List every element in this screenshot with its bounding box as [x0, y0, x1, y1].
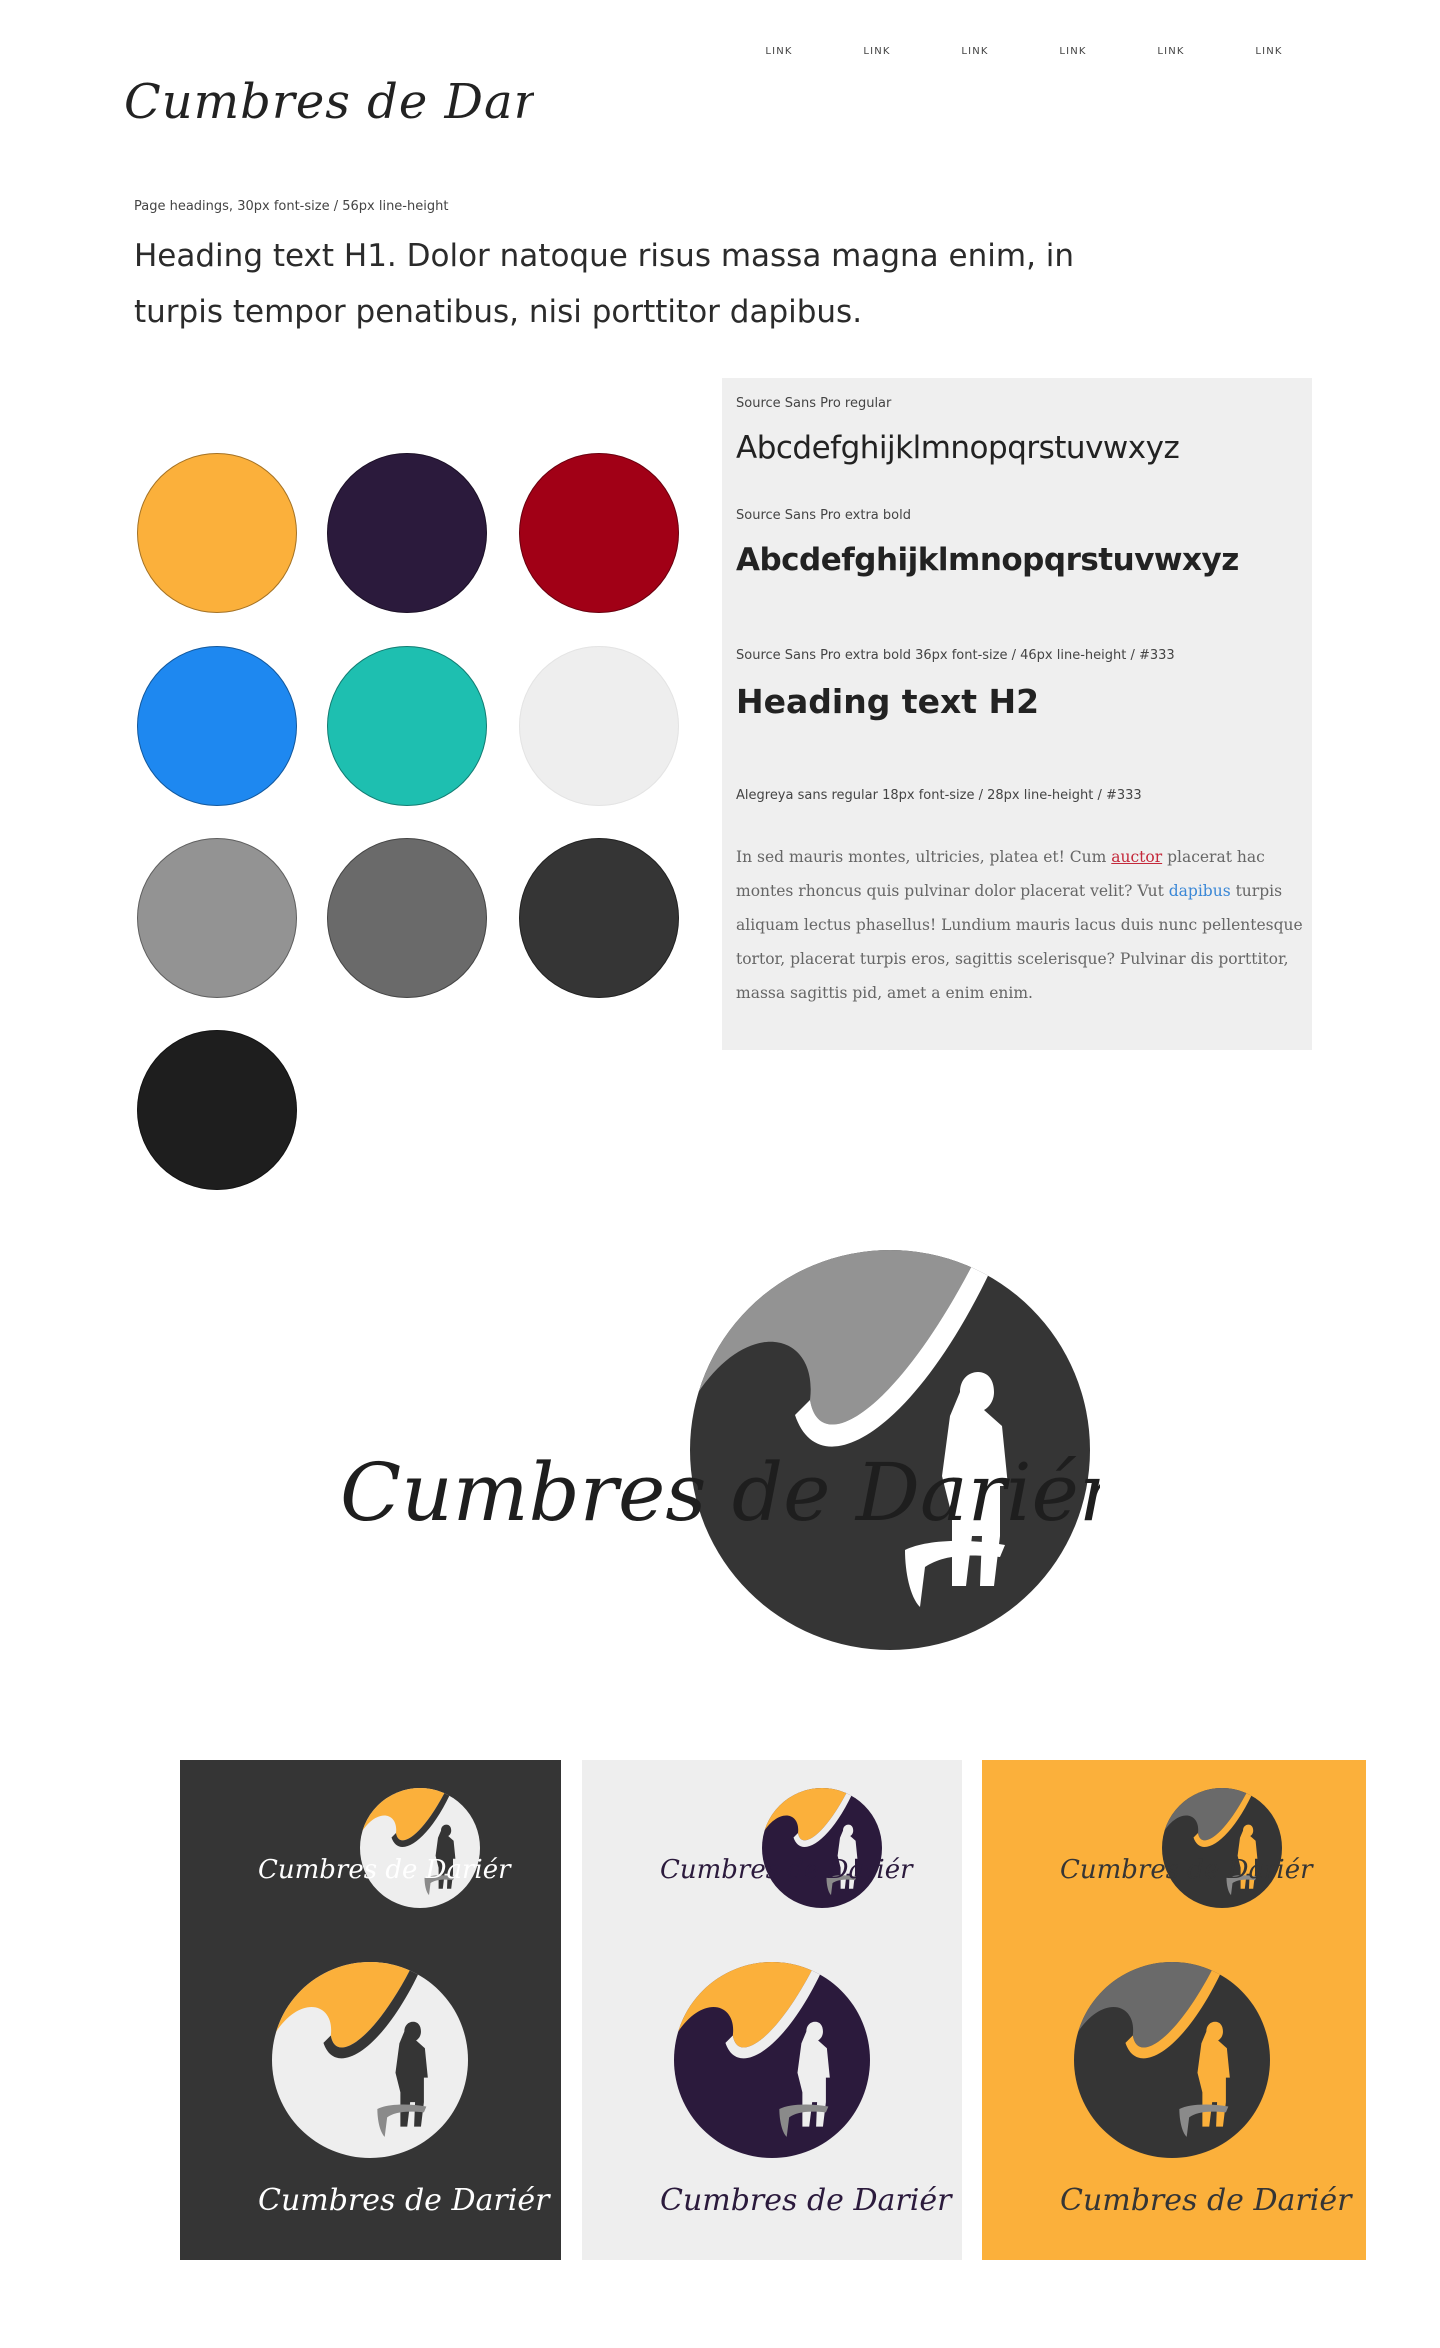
bold-font-sample: Abcdefghijklmnopqrstuvwxyz — [736, 542, 1239, 578]
swatch-dark-purple — [327, 453, 487, 613]
logo-variant-dark: Cumbres de Dariér Cumbres de Dariér — [180, 1760, 561, 2260]
typography-panel: Source Sans Pro regular Abcdefghijklmnop… — [722, 378, 1312, 1050]
swatch-teal — [327, 646, 487, 806]
variant-logo-text: Cumbres de Dariér — [660, 1855, 914, 1885]
h2-spec-caption: Source Sans Pro extra bold 36px font-siz… — [736, 648, 1175, 663]
nav-link-6[interactable]: LINK — [1220, 46, 1318, 70]
variant-emblem — [360, 1788, 480, 1908]
variant-emblem — [762, 1788, 882, 1908]
h1-sample: Heading text H1. Dolor natoque risus mas… — [134, 238, 1075, 330]
variant-logo-text: Cumbres de Dariér — [660, 2183, 953, 2218]
regular-font-sample: Abcdefghijklmnopqrstuvwxyz — [736, 430, 1180, 466]
brand-logo-text: Cumbres de Dariér — [124, 74, 534, 130]
variant-emblem — [272, 1962, 468, 2158]
regular-font-caption: Source Sans Pro regular — [736, 396, 892, 411]
variant-logo-text: Cumbres de Dariér — [1060, 2183, 1353, 2218]
swatch-gray — [137, 838, 297, 998]
nav-link-1[interactable]: LINK — [730, 46, 828, 70]
variant-logo-text: Cumbres de Dariér — [258, 2183, 551, 2218]
nav-link-4[interactable]: LINK — [1024, 46, 1122, 70]
variant-artwork: Cumbres de Dariér Cumbres de Dariér — [258, 1788, 551, 2218]
main-logo-text: Cumbres de Dariér — [340, 1446, 1100, 1539]
nav-link-2[interactable]: LINK — [828, 46, 926, 70]
nav-link-5[interactable]: LINK — [1122, 46, 1220, 70]
h1-spec-caption: Page headings, 30px font-size / 56px lin… — [134, 199, 449, 214]
variant-emblem — [674, 1962, 870, 2158]
bold-font-caption: Source Sans Pro extra bold — [736, 508, 911, 523]
swatch-black — [137, 1030, 297, 1190]
logo-variant-light: Cumbres de Dariér Cumbres de Dariér — [582, 1760, 962, 2260]
nav-link-3[interactable]: LINK — [926, 46, 1024, 70]
variant-artwork: Cumbres de Dariér Cumbres de Dariér — [1060, 1788, 1353, 2218]
variant-logo-text: Cumbres de Dariér — [1060, 1855, 1314, 1885]
body-spec-caption: Alegreya sans regular 18px font-size / 2… — [736, 788, 1142, 803]
swatch-crimson — [519, 453, 679, 613]
variant-logo-text: Cumbres de Dariér — [258, 1855, 512, 1885]
swatch-mid-gray — [327, 838, 487, 998]
h2-sample: Heading text H2 — [736, 682, 1040, 721]
body-link-auctor[interactable]: auctor — [1111, 848, 1162, 866]
swatch-orange — [137, 453, 297, 613]
main-logo: Cumbres de Dariér — [340, 1250, 1100, 1650]
variant-artwork: Cumbres de Dariér Cumbres de Dariér — [660, 1788, 953, 2218]
brand-logo[interactable]: Cumbres de Dariér — [124, 50, 534, 140]
body-text-part-3: turpis aliquam lectus phasellus! Lundium… — [736, 882, 1303, 1002]
body-text-sample: In sed mauris montes, ultricies, platea … — [736, 840, 1306, 1010]
top-navigation: LINK LINK LINK LINK LINK LINK — [730, 46, 1360, 70]
variant-emblem — [1162, 1788, 1282, 1908]
body-link-dapibus[interactable]: dapibus — [1169, 882, 1231, 900]
logo-variant-orange: Cumbres de Dariér Cumbres de Dariér — [982, 1760, 1366, 2260]
body-text-part-1: In sed mauris montes, ultricies, platea … — [736, 848, 1112, 866]
swatch-blue — [137, 646, 297, 806]
variant-emblem — [1074, 1962, 1270, 2158]
swatch-charcoal — [519, 838, 679, 998]
swatch-light-gray — [519, 646, 679, 806]
